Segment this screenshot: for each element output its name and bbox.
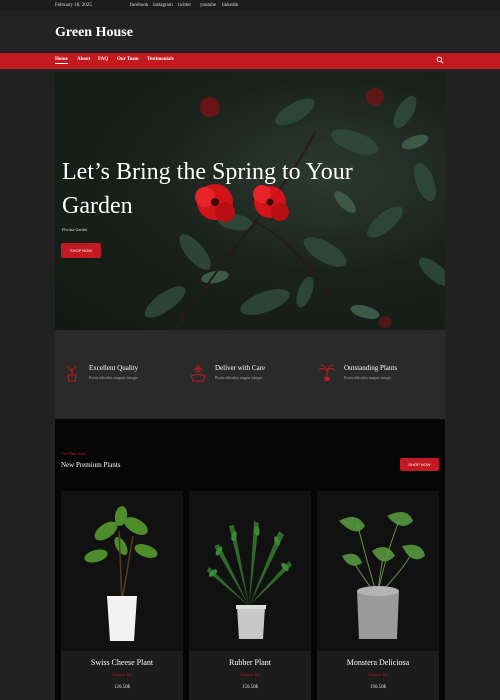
feature-title: Outstanding Plants [344,364,398,372]
feature-title: Excellent Quality [89,364,139,372]
hero-shop-now-button[interactable]: SHOP NOW [61,243,101,258]
feature-text: Proin ridiculus magna integer [344,375,392,380]
social-link-youtube[interactable]: youtube [200,3,216,8]
product-card[interactable]: Rubber Plant Ceramic Pot 150.50$ [189,491,311,700]
current-date: February 18, 2025 [55,3,92,8]
feature-text: Proin ridiculus magnas integer [89,375,138,380]
flower-icon [190,364,206,382]
product-category: Ceramic Pot [240,672,260,677]
swiss-cheese-plant-image [61,491,183,651]
product-price: 120.50$ [113,685,131,690]
products-shop-now-button[interactable]: SHOP NOW [400,458,439,471]
product-price: 190.50$ [369,685,387,690]
product-name[interactable]: Swiss Cheese Plant [61,658,183,667]
top-bar: February 18, 2025 facebook instagram twi… [0,0,500,11]
feature-text: Proin ridiculus magna integer [215,375,263,380]
social-link-linkedin[interactable]: linkedin [222,3,238,8]
social-link-instagram[interactable]: instagram [153,3,173,8]
nav-item-our-team[interactable]: Our Team [117,57,139,62]
product-card[interactable]: Monstera Deliciosa Ceramic Pot 190.50$ [317,491,439,700]
hero-banner: Let’s Bring the Spring to Your Garden Fl… [55,72,445,330]
hero-subtitle: Floriata Garden [62,227,88,232]
hero-title: Let’s Bring the Spring to Your Garden [62,159,353,219]
feature-title: Deliver with Care [215,364,266,372]
search-icon[interactable] [436,56,444,64]
social-link-facebook[interactable]: facebook [130,3,148,8]
palm-plant-icon [318,364,336,381]
features-strip: Excellent Quality Proin ridiculus magnas… [55,330,445,419]
product-card[interactable]: Swiss Cheese Plant Ceramic Pot 120.50$ [61,491,183,700]
section-kicker: Our Plant Store [61,451,86,456]
monstera-deliciosa-image [317,491,439,651]
social-link-twitter[interactable]: twitter [178,3,191,8]
site-header: Green House [0,11,500,53]
rubber-plant-image [189,491,311,651]
nav-item-about[interactable]: About [77,57,90,62]
product-name[interactable]: Monstera Deliciosa [317,658,439,667]
products-section: Our Plant Store New Premium Plants SHOP … [55,419,445,700]
product-category: Ceramic Pot [368,672,388,677]
main-nav: Home About FAQ Our Team Testimonials [0,53,500,69]
product-category: Ceramic Pot [112,672,132,677]
nav-item-faq[interactable]: FAQ [98,57,108,62]
site-title[interactable]: Green House [55,25,133,41]
potted-plant-icon [67,364,77,382]
product-price: 150.50$ [241,685,259,690]
nav-item-testimonials[interactable]: Testimonials [147,57,174,62]
section-title: New Premium Plants [61,461,121,469]
nav-item-home[interactable]: Home [55,57,68,64]
product-name[interactable]: Rubber Plant [189,658,311,667]
